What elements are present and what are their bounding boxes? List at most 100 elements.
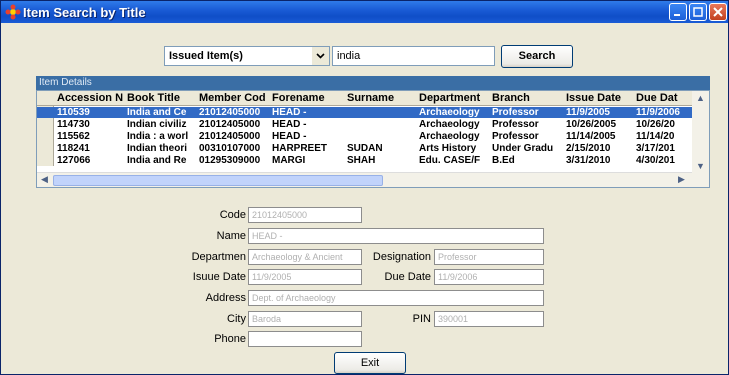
table-cell	[345, 107, 417, 118]
phone-field[interactable]	[248, 331, 362, 347]
column-header[interactable]: Issue Date	[564, 91, 634, 106]
department-value: Archaeology & Ancient	[252, 252, 343, 262]
table-cell: 21012405000	[199, 119, 261, 130]
city-field[interactable]: Baroda	[248, 311, 362, 327]
exit-button[interactable]: Exit	[334, 352, 406, 374]
table-cell: 21012405000	[199, 131, 261, 142]
item-details-grid[interactable]: Accession N Book Title Member Cod Forena…	[36, 90, 710, 188]
table-cell: Indian civiliz	[127, 119, 187, 130]
table-cell: Indian theori	[127, 143, 187, 154]
scroll-down-icon[interactable]: ▼	[696, 161, 705, 171]
scroll-thumb[interactable]	[53, 175, 383, 186]
code-value: 21012405000	[252, 210, 308, 220]
app-flower-icon	[5, 4, 21, 20]
pin-field[interactable]: 390001	[434, 311, 544, 327]
table-cell: 11/14/2005	[566, 131, 616, 142]
table-cell	[345, 131, 417, 142]
phone-label: Phone	[214, 333, 246, 345]
table-cell: Edu. CASE/F	[419, 155, 481, 166]
table-cell: 11/9/2005	[566, 107, 610, 118]
vertical-scrollbar[interactable]: ▲ ▼	[692, 91, 709, 187]
grid-header-row: Accession N Book Title Member Cod Forena…	[37, 91, 709, 106]
table-cell: 114730	[57, 119, 90, 130]
pin-value: 390001	[438, 314, 469, 324]
table-cell: 3/17/201	[636, 143, 675, 154]
table-row[interactable]: 118241 Indian theori 00310107000 HARPREE…	[37, 143, 709, 154]
column-header[interactable]: Due Dat	[634, 91, 692, 106]
designation-field[interactable]: Professor	[434, 249, 544, 265]
table-cell: SUDAN	[347, 143, 383, 154]
table-cell: Arts History	[419, 143, 477, 154]
item-filter-dropdown[interactable]: Issued Item(s)	[164, 46, 330, 66]
table-row[interactable]: 110539 India and Ce 21012405000 HEAD - A…	[37, 107, 709, 118]
issue-date-value: 11/9/2005	[252, 272, 292, 282]
horizontal-scrollbar[interactable]: ◀ ▶	[37, 172, 692, 187]
column-header[interactable]: Department	[417, 91, 490, 106]
close-button[interactable]	[709, 3, 727, 21]
dropdown-button[interactable]	[312, 47, 329, 65]
due-date-field[interactable]: 11/9/2006	[434, 269, 544, 285]
city-label: City	[227, 313, 246, 325]
table-row[interactable]: 115562 India : a worl 21012405000 HEAD -…	[37, 131, 709, 142]
column-header[interactable]: Branch	[490, 91, 564, 106]
column-header[interactable]: Accession N	[55, 91, 125, 106]
table-cell: SHAH	[347, 155, 376, 166]
minimize-button[interactable]	[669, 3, 687, 21]
city-value: Baroda	[252, 314, 282, 324]
item-details-header: Item Details	[36, 76, 710, 90]
scroll-up-icon[interactable]: ▲	[696, 93, 705, 103]
issue-date-field[interactable]: 11/9/2005	[248, 269, 362, 285]
table-cell: HEAD -	[272, 131, 307, 142]
table-cell	[345, 119, 417, 130]
due-date-label: Due Date	[384, 271, 431, 283]
table-cell: B.Ed	[492, 155, 515, 166]
table-cell: 01295309000	[199, 155, 261, 166]
table-cell: 2/15/2010	[566, 143, 611, 154]
pin-label: PIN	[412, 313, 431, 325]
table-cell: India : a worl	[127, 131, 189, 142]
table-cell: Archaeology	[419, 107, 480, 118]
table-cell: 21012405000	[199, 107, 261, 118]
table-cell: Archaeology	[419, 119, 480, 130]
table-cell: 10/26/20	[636, 119, 675, 130]
address-label: Address	[205, 292, 246, 304]
name-field[interactable]: HEAD -	[248, 228, 544, 244]
search-input[interactable]: india	[332, 46, 495, 66]
table-cell: 10/26/2005	[566, 119, 617, 130]
table-cell: Archaeology	[419, 131, 480, 142]
scroll-left-icon[interactable]: ◀	[41, 174, 48, 185]
table-cell: 110539	[57, 107, 90, 118]
issue-date-label: Isuue Date	[192, 271, 246, 283]
filter-selected-value: Issued Item(s)	[169, 50, 243, 62]
table-cell: Under Gradu	[492, 143, 554, 154]
table-cell: 11/14/20	[636, 131, 675, 142]
code-label: Code	[219, 209, 246, 221]
maximize-button[interactable]	[689, 3, 707, 21]
title-bar: Item Search by Title	[1, 1, 728, 23]
address-field[interactable]: Dept. of Archaeology	[248, 290, 544, 306]
table-row[interactable]: 127066 India and Re 01295309000 MARGI SH…	[37, 155, 709, 166]
department-label: Departmen	[191, 251, 246, 263]
table-cell: 4/30/201	[636, 155, 675, 166]
scroll-right-icon[interactable]: ▶	[678, 174, 685, 185]
table-row[interactable]: 114730 Indian civiliz 21012405000 HEAD -…	[37, 119, 709, 130]
table-cell: 115562	[57, 131, 90, 142]
column-header[interactable]: Member Cod	[197, 91, 270, 106]
table-cell: 3/31/2010	[566, 155, 611, 166]
column-header[interactable]: Book Title	[125, 91, 197, 106]
name-value: HEAD -	[252, 231, 283, 241]
table-cell: MARGI	[272, 155, 306, 166]
item-details-title: Item Details	[39, 77, 92, 88]
department-field[interactable]: Archaeology & Ancient	[248, 249, 362, 265]
table-cell: India and Ce	[127, 107, 187, 118]
table-cell: HARPREET	[272, 143, 328, 154]
app-window: Item Search by Title Issued Item(s) indi…	[0, 0, 729, 375]
search-button[interactable]: Search	[501, 45, 573, 68]
column-header[interactable]: Forename	[270, 91, 345, 106]
column-header[interactable]: Surname	[345, 91, 417, 106]
chevron-down-icon	[316, 53, 325, 59]
table-cell: Professor	[492, 107, 539, 118]
search-query: india	[337, 50, 361, 62]
maximize-icon	[693, 7, 703, 17]
code-field[interactable]: 21012405000	[248, 207, 362, 223]
